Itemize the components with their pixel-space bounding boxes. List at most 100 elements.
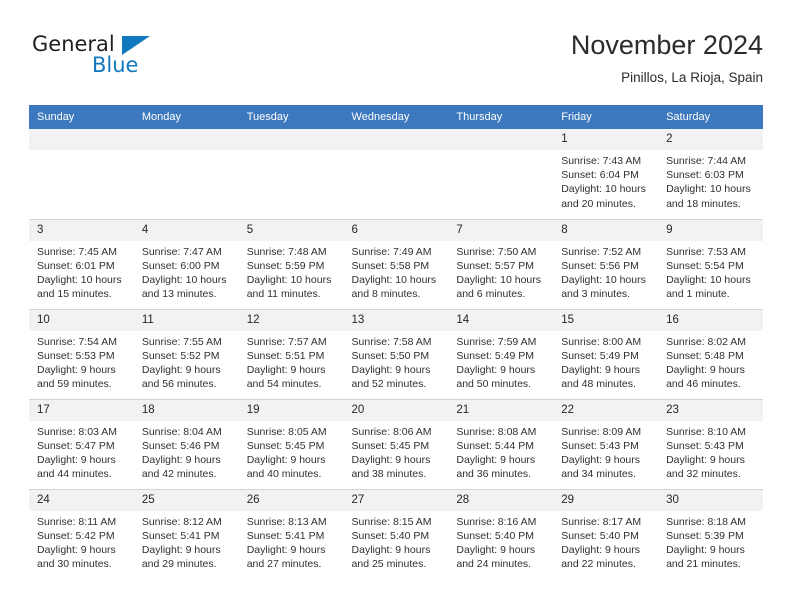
calendar-week-row: 17 Sunrise: 8:03 AM Sunset: 5:47 PM Dayligh… xyxy=(29,398,763,489)
calendar-day-cell[interactable]: 26 Sunrise: 8:13 AM Sunset: 5:41 PM Dayligh… xyxy=(238,488,344,579)
calendar-day-cell-empty xyxy=(343,129,449,219)
sunset-text: Sunset: 6:03 PM xyxy=(666,169,744,182)
calendar-day-cell[interactable]: 14 Sunrise: 7:59 AM Sunset: 5:49 PM Dayligh… xyxy=(448,308,554,399)
daylight-text: Daylight: 9 hours and 27 minutes. xyxy=(246,543,326,571)
calendar-day-cell[interactable]: 6 Sunrise: 7:49 AM Sunset: 5:58 PM Daylight… xyxy=(343,218,449,309)
sunset-text: Sunset: 5:54 PM xyxy=(666,259,744,272)
day-cell-inner: 10 Sunrise: 7:54 AM Sunset: 5:53 PM Dayligh… xyxy=(29,309,134,399)
day-cell-inner: 12 Sunrise: 7:57 AM Sunset: 5:51 PM Dayligh… xyxy=(238,309,344,399)
day-sun-info: Sunrise: 8:05 AM Sunset: 5:45 PM Daylight:… xyxy=(239,421,344,482)
sunrise-text: Sunrise: 8:08 AM xyxy=(456,425,537,438)
sunset-text: Sunset: 5:40 PM xyxy=(561,529,639,542)
daylight-text: Daylight: 9 hours and 36 minutes. xyxy=(456,453,536,481)
day-number: 2 xyxy=(658,129,763,150)
calendar-week-row: 1 Sunrise: 7:43 AM Sunset: 6:04 PM Daylight… xyxy=(29,129,763,219)
calendar-day-cell[interactable]: 15 Sunrise: 8:00 AM Sunset: 5:49 PM Dayligh… xyxy=(553,308,659,399)
day-number xyxy=(29,129,134,150)
day-cell-inner: 20 Sunrise: 8:06 AM Sunset: 5:45 PM Dayligh… xyxy=(343,399,449,489)
day-number: 14 xyxy=(448,309,554,331)
sunrise-text: Sunrise: 7:58 AM xyxy=(351,335,432,348)
daylight-text: Daylight: 9 hours and 48 minutes. xyxy=(561,363,641,391)
calendar-week-row: 10 Sunrise: 7:54 AM Sunset: 5:53 PM Dayligh… xyxy=(29,308,763,399)
day-cell-inner: 17 Sunrise: 8:03 AM Sunset: 5:47 PM Dayligh… xyxy=(29,399,134,489)
sunset-text: Sunset: 5:40 PM xyxy=(351,529,430,542)
calendar-day-cell[interactable]: 11 Sunrise: 7:55 AM Sunset: 5:52 PM Dayligh… xyxy=(133,308,239,399)
day-cell-inner: 13 Sunrise: 7:58 AM Sunset: 5:50 PM Dayligh… xyxy=(343,309,449,399)
calendar-day-cell[interactable]: 17 Sunrise: 8:03 AM Sunset: 5:47 PM Dayligh… xyxy=(29,398,134,489)
calendar-day-cell[interactable]: 19 Sunrise: 8:05 AM Sunset: 5:45 PM Dayligh… xyxy=(238,398,344,489)
daylight-text: Daylight: 9 hours and 25 minutes. xyxy=(351,543,431,571)
day-cell-inner: 2 Sunrise: 7:44 AM Sunset: 6:03 PM Daylight… xyxy=(658,129,763,219)
daylight-text: Daylight: 9 hours and 59 minutes. xyxy=(37,363,116,391)
calendar-day-cell[interactable]: 23 Sunrise: 8:10 AM Sunset: 5:43 PM Dayligh… xyxy=(658,398,763,489)
daylight-text: Daylight: 9 hours and 29 minutes. xyxy=(141,543,221,571)
sunrise-text: Sunrise: 8:06 AM xyxy=(351,425,432,438)
sunrise-text: Sunrise: 7:54 AM xyxy=(37,335,117,348)
calendar-day-cell[interactable]: 27 Sunrise: 8:15 AM Sunset: 5:40 PM Dayligh… xyxy=(343,488,449,579)
calendar-day-cell[interactable]: 29 Sunrise: 8:17 AM Sunset: 5:40 PM Dayligh… xyxy=(553,488,659,579)
sunrise-text: Sunrise: 7:49 AM xyxy=(351,245,432,258)
calendar-day-cell[interactable]: 18 Sunrise: 8:04 AM Sunset: 5:46 PM Dayligh… xyxy=(133,398,239,489)
calendar-day-cell[interactable]: 5 Sunrise: 7:48 AM Sunset: 5:59 PM Daylight… xyxy=(238,218,344,309)
day-number: 28 xyxy=(448,489,554,511)
sunset-text: Sunset: 5:43 PM xyxy=(666,439,744,452)
day-cell-inner xyxy=(29,129,134,219)
day-cell-inner xyxy=(133,129,239,219)
daylight-text: Daylight: 9 hours and 32 minutes. xyxy=(666,453,745,481)
calendar-day-cell[interactable]: 22 Sunrise: 8:09 AM Sunset: 5:43 PM Dayligh… xyxy=(553,398,659,489)
calendar-day-cell[interactable]: 20 Sunrise: 8:06 AM Sunset: 5:45 PM Dayligh… xyxy=(343,398,449,489)
calendar-day-cell[interactable]: 1 Sunrise: 7:43 AM Sunset: 6:04 PM Daylight… xyxy=(553,129,659,219)
calendar-day-cell-empty xyxy=(133,129,239,219)
sunrise-text: Sunrise: 8:00 AM xyxy=(561,335,642,348)
sunrise-text: Sunrise: 7:44 AM xyxy=(666,155,747,167)
daylight-text: Daylight: 10 hours and 8 minutes. xyxy=(351,273,437,301)
day-sun-info: Sunrise: 8:13 AM Sunset: 5:41 PM Daylight:… xyxy=(239,511,344,572)
calendar-day-cell[interactable]: 30 Sunrise: 8:18 AM Sunset: 5:39 PM Dayligh… xyxy=(658,488,763,580)
logo-text-blue: Blue xyxy=(92,53,139,77)
sunset-text: Sunset: 5:43 PM xyxy=(561,439,639,452)
day-number: 17 xyxy=(29,399,134,421)
sunrise-text: Sunrise: 7:47 AM xyxy=(141,245,222,258)
calendar-day-cell[interactable]: 28 Sunrise: 8:16 AM Sunset: 5:40 PM Dayligh… xyxy=(448,488,554,579)
day-cell-inner: 30 Sunrise: 8:18 AM Sunset: 5:39 PM Dayligh… xyxy=(658,489,763,580)
calendar-day-cell[interactable]: 13 Sunrise: 7:58 AM Sunset: 5:50 PM Dayligh… xyxy=(343,308,449,399)
day-sun-info: Sunrise: 7:53 AM Sunset: 5:54 PM Daylight:… xyxy=(658,241,763,302)
calendar-day-cell[interactable]: 8 Sunrise: 7:52 AM Sunset: 5:56 PM Daylight… xyxy=(553,218,659,309)
daylight-text: Daylight: 9 hours and 22 minutes. xyxy=(561,543,641,571)
calendar-day-cell[interactable]: 2 Sunrise: 7:44 AM Sunset: 6:03 PM Daylight… xyxy=(658,129,763,219)
calendar-day-cell[interactable]: 10 Sunrise: 7:54 AM Sunset: 5:53 PM Dayligh… xyxy=(29,308,134,399)
day-number xyxy=(133,129,239,150)
calendar-day-cell[interactable]: 12 Sunrise: 7:57 AM Sunset: 5:51 PM Dayligh… xyxy=(238,308,344,399)
day-cell-inner: 1 Sunrise: 7:43 AM Sunset: 6:04 PM Daylight… xyxy=(553,129,659,219)
day-number: 20 xyxy=(343,399,449,421)
calendar-day-cell[interactable]: 25 Sunrise: 8:12 AM Sunset: 5:41 PM Dayligh… xyxy=(133,488,239,579)
sunset-text: Sunset: 5:51 PM xyxy=(246,349,325,362)
day-sun-info: Sunrise: 7:55 AM Sunset: 5:52 PM Daylight:… xyxy=(134,331,239,392)
day-sun-info: Sunrise: 7:47 AM Sunset: 6:00 PM Daylight:… xyxy=(134,241,239,302)
sunrise-text: Sunrise: 8:18 AM xyxy=(666,515,747,528)
calendar-day-cell[interactable]: 9 Sunrise: 7:53 AM Sunset: 5:54 PM Daylight… xyxy=(658,218,763,309)
day-cell-inner: 8 Sunrise: 7:52 AM Sunset: 5:56 PM Daylight… xyxy=(553,219,659,309)
day-number: 9 xyxy=(658,219,763,241)
sunrise-text: Sunrise: 8:10 AM xyxy=(666,425,747,438)
sunset-text: Sunset: 5:58 PM xyxy=(351,259,430,272)
calendar-day-cell[interactable]: 7 Sunrise: 7:50 AM Sunset: 5:57 PM Daylight… xyxy=(448,218,554,309)
day-number xyxy=(448,129,554,150)
day-number: 21 xyxy=(448,399,554,421)
calendar-day-cell[interactable]: 3 Sunrise: 7:45 AM Sunset: 6:01 PM Daylight… xyxy=(29,218,134,309)
calendar-day-cell[interactable]: 16 Sunrise: 8:02 AM Sunset: 5:48 PM Dayligh… xyxy=(658,308,763,399)
sunset-text: Sunset: 5:50 PM xyxy=(351,349,430,362)
sunset-text: Sunset: 5:45 PM xyxy=(246,439,325,452)
sunset-text: Sunset: 5:56 PM xyxy=(561,259,639,272)
sunrise-text: Sunrise: 7:53 AM xyxy=(666,245,747,258)
daylight-text: Daylight: 10 hours and 6 minutes. xyxy=(456,273,542,301)
sunset-text: Sunset: 5:45 PM xyxy=(351,439,430,452)
calendar-day-cell[interactable]: 21 Sunrise: 8:08 AM Sunset: 5:44 PM Dayligh… xyxy=(448,398,554,489)
calendar-day-cell[interactable]: 4 Sunrise: 7:47 AM Sunset: 6:00 PM Daylight… xyxy=(133,218,239,309)
sunset-text: Sunset: 5:41 PM xyxy=(246,529,325,542)
sunrise-text: Sunrise: 7:55 AM xyxy=(141,335,222,348)
calendar-day-cell[interactable]: 24 Sunrise: 8:11 AM Sunset: 5:42 PM Dayligh… xyxy=(29,488,134,579)
sunrise-text: Sunrise: 8:16 AM xyxy=(456,515,537,528)
day-number: 24 xyxy=(29,489,134,511)
sunrise-text: Sunrise: 7:59 AM xyxy=(456,335,537,348)
